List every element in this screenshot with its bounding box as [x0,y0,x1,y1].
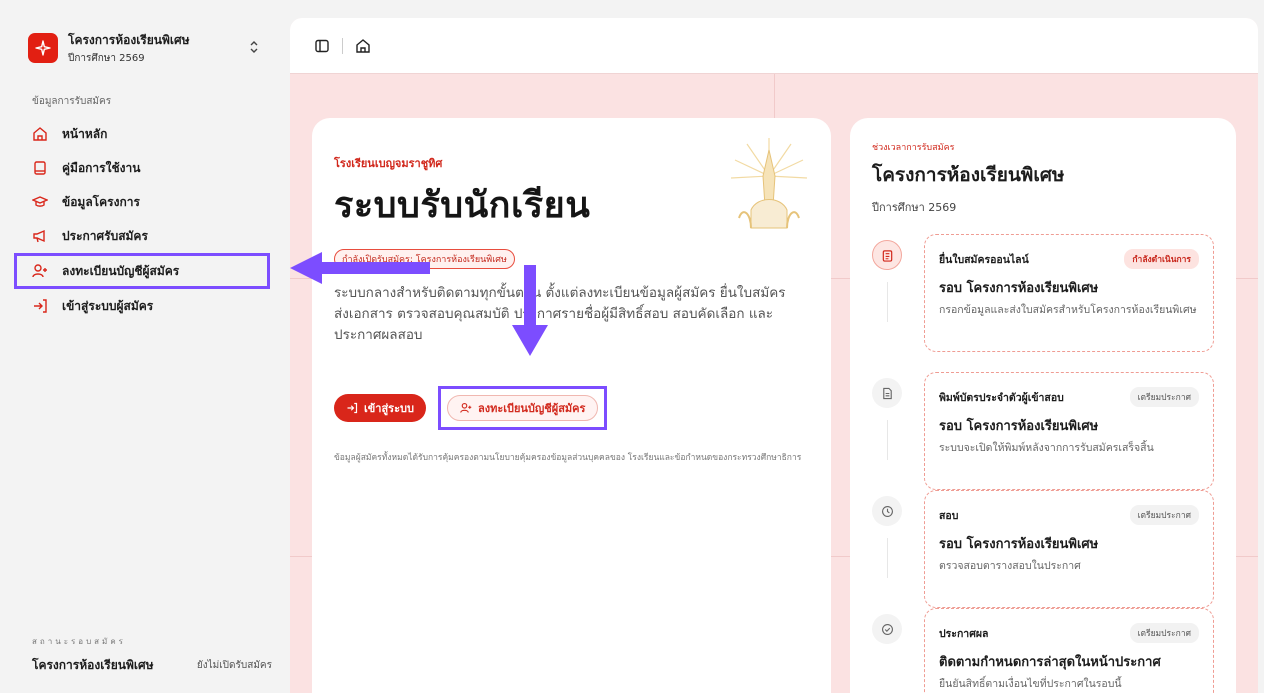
sidebar-icon[interactable] [314,38,330,54]
step-name: ประกาศผล [939,627,989,640]
status-project-name: โครงการห้องเรียนพิเศษ [32,658,154,672]
sidebar-item-login[interactable]: เข้าสู่ระบบผู้สมัคร [14,289,274,323]
sidebar-item-label: ประกาศรับสมัคร [62,228,148,243]
status-badge: กำลังดำเนินการ [1124,249,1199,269]
timeline-item: ยื่นใบสมัครออนไลน์ กำลังดำเนินการ รอบ โค… [872,234,1214,352]
sidebar-item-label: หน้าหลัก [62,126,108,141]
sidebar-item-label: ลงทะเบียนบัญชีผู้สมัคร [62,263,180,278]
timeline-title: โครงการห้องเรียนพิเศษ [872,164,1065,186]
step-round: ติดตามกำหนดการล่าสุดในหน้าประกาศ [939,655,1161,670]
timeline-step-box: ยื่นใบสมัครออนไลน์ กำลังดำเนินการ รอบ โค… [924,234,1214,352]
status-badge: เตรียมประกาศ [1129,623,1199,643]
timeline-item: พิมพ์บัตรประจำตัวผู้เข้าสอบ เตรียมประกาศ… [872,372,1214,490]
privacy-note: ข้อมูลผู้สมัครทั้งหมดได้รับการคุ้มครองตา… [334,453,802,463]
user-plus-icon [460,402,472,413]
academic-year: ปีการศึกษา 2569 [68,52,145,64]
document-icon [872,378,902,408]
megaphone-icon [33,229,45,243]
step-description: ยืนยันสิทธิ์ตามเงื่อนไขที่ประกาศในรอบนี้ [939,678,1122,690]
login-icon [347,402,358,414]
step-round: รอบ โครงการห้องเรียนพิเศษ [939,419,1099,434]
top-bar [290,18,1258,74]
register-highlight: ลงทะเบียนบัญชีผู้สมัคร [437,386,608,430]
timeline-item: สอบ เตรียมประกาศ รอบ โครงการห้องเรียนพิเ… [872,490,1214,608]
sparkle-icon [28,33,58,63]
project-title: โครงการห้องเรียนพิเศษ [68,32,190,47]
school-seal-logo [730,138,808,229]
login-icon [34,299,47,313]
sidebar-item-home[interactable]: หน้าหลัก [14,117,274,151]
user-plus-icon [32,264,47,278]
home-icon[interactable] [355,38,371,54]
sidebar-item-label: ข้อมูลโครงการ [62,194,140,209]
step-name: พิมพ์บัตรประจำตัวผู้เข้าสอบ [939,391,1064,404]
step-round: รอบ โครงการห้องเรียนพิเศษ [939,281,1099,296]
divider [342,37,343,54]
graduation-cap-icon [32,196,48,207]
step-name: ยื่นใบสมัครออนไลน์ [939,253,1029,266]
step-round: รอบ โครงการห้องเรียนพิเศษ [939,537,1099,552]
sidebar-item-label: คู่มือการใช้งาน [62,160,141,175]
check-circle-icon [872,614,902,644]
timeline-step-box: ประกาศผล เตรียมประกาศ ติดตามกำหนดการล่าส… [924,608,1214,693]
register-button[interactable]: ลงทะเบียนบัญชีผู้สมัคร [446,395,599,421]
main-content: โรงเรียนเบญจมราชูทิศ ระบบรับนักเรียน กำล… [290,18,1258,693]
home-icon [33,127,47,141]
hero-card: โรงเรียนเบญจมราชูทิศ ระบบรับนักเรียน กำล… [312,118,831,693]
timeline-connector [887,538,888,578]
timeline-step-box: พิมพ์บัตรประจำตัวผู้เข้าสอบ เตรียมประกาศ… [924,372,1214,490]
step-name: สอบ [939,509,959,522]
clipboard-icon [872,240,902,270]
sidebar-item-register[interactable]: ลงทะเบียนบัญชีผู้สมัคร [14,253,270,289]
status-badge: เตรียมประกาศ [1129,505,1199,525]
step-description: ระบบจะเปิดให้พิมพ์หลังจากการรับสมัครเสร็… [939,442,1154,454]
timeline-card: ช่วงเวลาการรับสมัคร โครงการห้องเรียนพิเศ… [850,118,1236,693]
sidebar-item-manual[interactable]: คู่มือการใช้งาน [14,151,274,185]
login-button-label: เข้าสู่ระบบ [364,402,414,415]
timeline-connector [887,282,888,322]
chevron-updown-icon[interactable] [248,40,260,57]
timeline-label: ช่วงเวลาการรับสมัคร [872,143,955,153]
step-description: กรอกข้อมูลและส่งใบสมัครสำหรับโครงการห้อง… [939,304,1197,316]
status-badge: กำลังเปิดรับสมัคร: โครงการห้องเรียนพิเศษ [334,249,515,269]
timeline-subtitle: ปีการศึกษา 2569 [872,201,957,214]
timeline-item: ประกาศผล เตรียมประกาศ ติดตามกำหนดการล่าส… [872,608,1214,693]
application-status: สถานะรอบสมัคร โครงการห้องเรียนพิเศษ ยังไ… [32,635,272,675]
sidebar: โครงการห้องเรียนพิเศษ ปีการศึกษา 2569 ข้… [0,0,288,693]
login-button[interactable]: เข้าสู่ระบบ [334,394,426,422]
timeline-step-box: สอบ เตรียมประกาศ รอบ โครงการห้องเรียนพิเ… [924,490,1214,608]
step-description: ตรวจสอบตารางสอบในประกาศ [939,560,1081,572]
hero-description: ระบบกลางสำหรับติดตามทุกขั้นตอน ตั้งแต่ลง… [334,285,786,343]
sidebar-item-project-info[interactable]: ข้อมูลโครงการ [14,185,274,219]
register-button-label: ลงทะเบียนบัญชีผู้สมัคร [477,402,586,415]
status-label: สถานะรอบสมัคร [32,637,126,646]
status-value: ยังไม่เปิดรับสมัคร [196,660,272,671]
clock-icon [872,496,902,526]
status-badge: เตรียมประกาศ [1129,387,1199,407]
project-switcher[interactable]: โครงการห้องเรียนพิเศษ ปีการศึกษา 2569 [14,20,274,76]
sidebar-section-label: ข้อมูลการรับสมัคร [32,96,112,107]
timeline-connector [887,420,888,460]
sidebar-item-label: เข้าสู่ระบบผู้สมัคร [62,298,154,313]
sidebar-item-announcement[interactable]: ประกาศรับสมัคร [14,219,274,253]
book-icon [34,161,46,175]
